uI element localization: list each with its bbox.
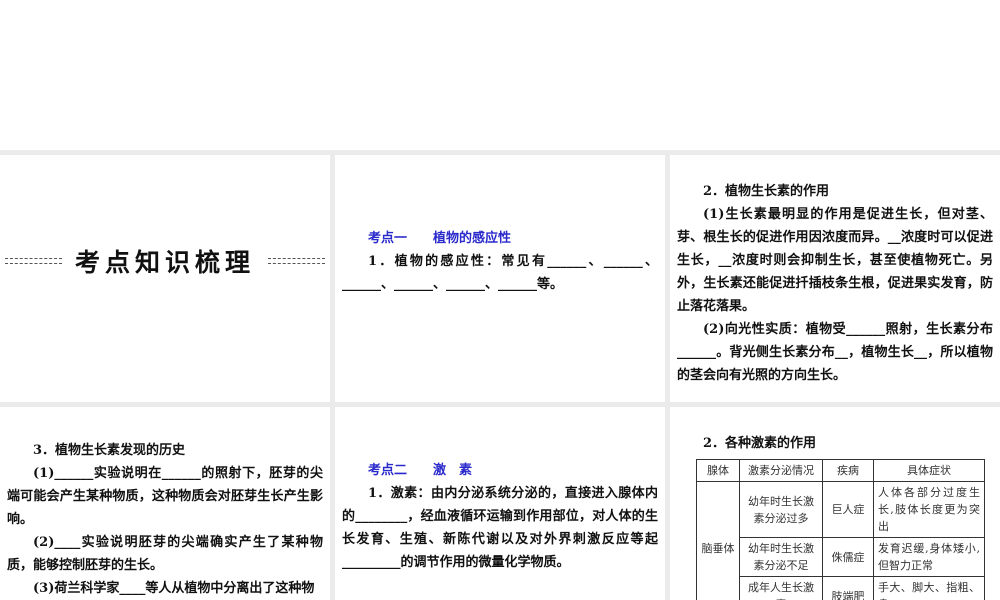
slide-title-panel[interactable]: 考点知识梳理 [0,155,330,402]
condition-cell: 幼年时生长激素分泌过多 [739,481,823,538]
paragraph: (1)______实验说明在______的照射下，胚芽的尖端可能会产生某种物质，… [7,466,323,527]
topic-label: 考点一 [368,231,408,246]
topic-name: 植物的感应性 [433,231,512,246]
topic-label: 考点二 [368,463,408,478]
paragraph: (3)荷兰科学家____等人从植物中分离出了这种物 [33,581,315,596]
decorative-dash-right-2 [268,263,325,264]
section-heading: 2．植物生长素的作用 [703,184,830,199]
section-heading: 3．植物生长素发现的历史 [33,443,186,458]
column-header: 激素分泌情况 [739,459,823,482]
column-header: 疾病 [822,459,874,482]
table-row: 幼年时生长激素分泌不足 侏儒症 发育迟缓,身体矮小,但智力正常 [697,537,985,577]
slide-plant-response-panel[interactable]: 考点一 植物的感应性 1．植物的感应性：常见有______、______、____… [335,155,665,402]
column-header: 具体症状 [873,459,985,482]
table-row: 成年人生长激素 肢端肥 手大、脚大、指粗、鼻 [697,576,985,600]
condition-cell: 成年人生长激素 [739,576,823,600]
disease-cell: 肢端肥 [822,576,874,600]
paragraph: 1．植物的感应性：常见有______、______、______、______、… [342,254,658,292]
topic-name: 激 素 [433,463,473,478]
decorative-dash-right [268,258,325,259]
table-header-row: 腺体 激素分泌情况 疾病 具体症状 [696,459,985,482]
blank-header-area [0,0,1000,150]
paragraph: (2)向光性实质：植物受______照射，生长素分布______。背光侧生长素分… [677,322,993,383]
section-title: 考点知识梳理 [74,248,255,277]
table-row: 脑垂体 幼年时生长激素分泌过多 巨人症 人体各部分过度生长,肢体长度更为突出 [696,481,985,600]
disease-cell: 巨人症 [822,481,874,538]
slide-auxin-function-panel[interactable]: 2．植物生长素的作用 (1)生长素最明显的作用是促进生长，但对茎、芽、根生长的促… [670,155,1000,402]
paragraph: (2)____实验说明胚芽的尖端确实产生了某种物质，能够控制胚芽的生长。 [7,535,323,573]
condition-cell: 幼年时生长激素分泌不足 [739,537,823,577]
symptom-cell: 人体各部分过度生长,肢体长度更为突出 [873,481,985,538]
paragraph: 1．激素：由内分泌系统分泌的，直接进入腺体内的________，经血液循环运输到… [342,486,658,570]
slide-auxin-history-panel[interactable]: 3．植物生长素发现的历史 (1)______实验说明在______的照射下，胚芽… [0,407,330,600]
topic-heading: 考点一 植物的感应性 [342,227,658,250]
topic-heading: 考点二 激 素 [342,459,658,482]
paragraph: (1)生长素最明显的作用是促进生长，但对茎、芽、根生长的促进作用因浓度而异。__… [677,207,993,314]
symptom-cell: 手大、脚大、指粗、鼻 [873,576,985,600]
slide-hormone-panel[interactable]: 考点二 激 素 1．激素：由内分泌系统分泌的，直接进入腺体内的________，经… [335,407,665,600]
hormone-table: 腺体 激素分泌情况 疾病 具体症状 脑垂体 幼年时生长激素分泌过多 巨人症 人体… [696,459,985,600]
column-header: 腺体 [696,459,740,482]
disease-cell: 侏儒症 [822,537,874,577]
section-heading: 2．各种激素的作用 [703,436,817,451]
symptom-cell: 发育迟缓,身体矮小,但智力正常 [873,537,985,577]
slide-hormone-table-panel[interactable]: 2．各种激素的作用 腺体 激素分泌情况 疾病 具体症状 脑垂体 幼年时生长激素分… [670,407,1000,600]
gland-cell: 脑垂体 [696,481,740,600]
